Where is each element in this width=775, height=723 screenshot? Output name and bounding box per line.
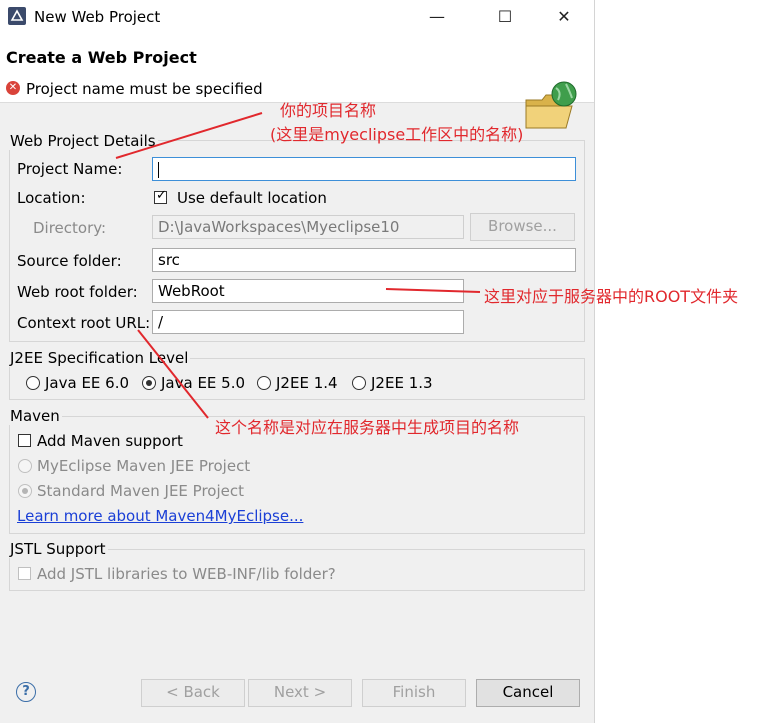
annotation-lines [115,112,481,419]
annotation-project-name-1: 你的项目名称 [280,101,377,120]
annotation-project-name-2: (这里是myeclipse工作区中的名称) [270,125,524,144]
web-root-pointer-line [385,288,481,293]
annotation-context-root: 这个名称是对应在服务器中生成项目的名称 [215,418,520,437]
annotation-web-root: 这里对应于服务器中的ROOT文件夹 [484,287,739,306]
context-root-pointer-line [137,329,209,419]
project-name-pointer-line [115,112,263,159]
